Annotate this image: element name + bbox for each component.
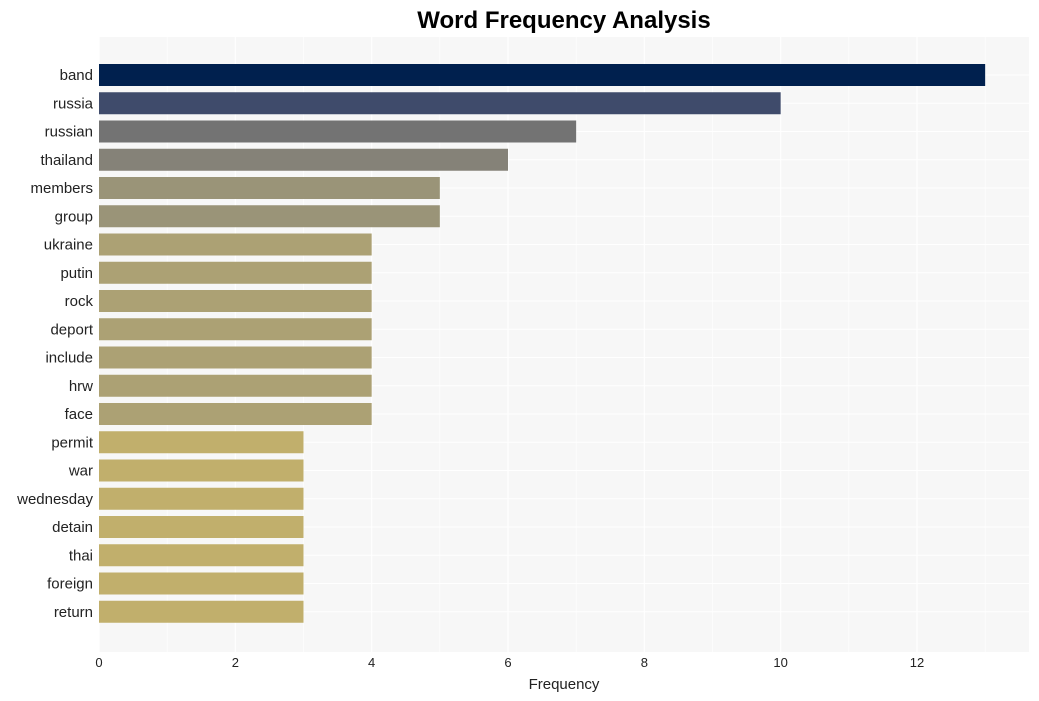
x-tick-label: 6 [504,655,511,670]
y-tick-label: band [60,67,93,84]
y-tick-label: wednesday [16,491,93,508]
x-tick-label: 4 [368,655,375,670]
x-axis-label: Frequency [529,676,600,693]
bar-return [99,600,304,623]
bar-face [99,403,372,425]
word-frequency-chart: band russia russian thailand members group ukr… [16,7,1029,693]
y-tick-label: foreign [47,576,93,593]
bar-include [99,346,372,369]
bar-permit [99,431,304,454]
bar-russia [99,92,781,115]
bar-war [99,459,304,482]
bar-group [99,205,440,228]
bar-detain [99,516,304,538]
y-tick-label: rock [65,293,94,310]
y-tick-label: russian [45,124,93,141]
bar-foreign [99,572,304,595]
chart-title: Word Frequency Analysis [417,7,710,34]
bar-thailand [99,148,508,171]
bar-band [99,64,986,86]
y-tick-label: thai [69,547,93,564]
y-tick-label: ukraine [44,237,93,254]
y-tick-label: detain [52,519,93,536]
y-tick-label: return [54,604,93,621]
bar-members [99,177,440,199]
x-tick-label: 10 [773,655,787,670]
bar-wednesday [99,487,304,510]
bar-putin [99,261,372,284]
y-tick-label: group [55,208,93,225]
y-tick-label: permit [51,434,94,451]
x-tick-label: 8 [641,655,648,670]
y-tick-label: members [30,180,93,197]
y-tick-label: war [68,463,93,480]
y-tick-label: deport [50,321,93,338]
y-tick-label: russia [53,95,94,112]
y-tick-labels: band russia russian thailand members group ukr… [16,67,94,621]
bar-russian [99,120,577,143]
bar-rock [99,290,372,312]
bar-thai [99,544,304,567]
bar-deport [99,318,372,341]
y-tick-label: putin [60,265,93,282]
bar-hrw [99,374,372,397]
x-tick-label: 2 [232,655,239,670]
y-tick-label: include [45,350,93,367]
x-tick-label: 0 [95,655,102,670]
x-tick-labels: 0 2 4 6 8 10 12 [95,655,924,670]
y-tick-label: hrw [69,378,93,395]
y-tick-label: face [65,406,93,423]
bar-ukraine [99,233,372,256]
x-tick-label: 12 [910,655,924,670]
y-tick-label: thailand [40,152,93,169]
